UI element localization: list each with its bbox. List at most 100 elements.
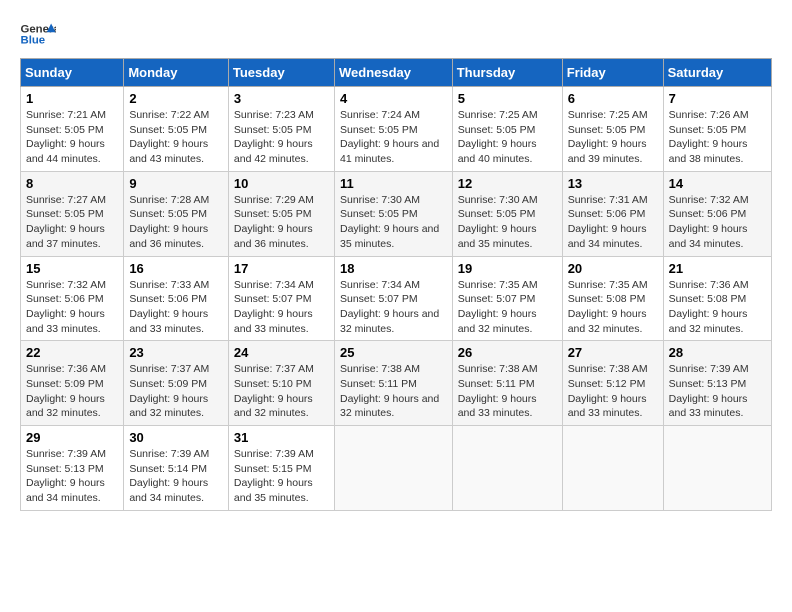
day-info: Sunrise: 7:30 AM Sunset: 5:05 PM Dayligh… <box>458 193 557 252</box>
calendar-day: 22 Sunrise: 7:36 AM Sunset: 5:09 PM Dayl… <box>21 341 124 426</box>
day-number: 5 <box>458 91 557 106</box>
sunrise-text: Sunrise: 7:31 AM <box>568 193 658 208</box>
daylight-text: Daylight: 9 hours and 32 minutes. <box>129 392 223 421</box>
sunset-text: Sunset: 5:11 PM <box>340 377 447 392</box>
sunset-text: Sunset: 5:14 PM <box>129 462 223 477</box>
calendar-day: 28 Sunrise: 7:39 AM Sunset: 5:13 PM Dayl… <box>663 341 771 426</box>
calendar-day: 12 Sunrise: 7:30 AM Sunset: 5:05 PM Dayl… <box>452 171 562 256</box>
day-info: Sunrise: 7:35 AM Sunset: 5:08 PM Dayligh… <box>568 278 658 337</box>
calendar-day: 9 Sunrise: 7:28 AM Sunset: 5:05 PM Dayli… <box>124 171 229 256</box>
sunrise-text: Sunrise: 7:29 AM <box>234 193 329 208</box>
daylight-text: Daylight: 9 hours and 32 minutes. <box>669 307 766 336</box>
sunset-text: Sunset: 5:05 PM <box>340 123 447 138</box>
calendar-day: 15 Sunrise: 7:32 AM Sunset: 5:06 PM Dayl… <box>21 256 124 341</box>
sunset-text: Sunset: 5:12 PM <box>568 377 658 392</box>
day-number: 7 <box>669 91 766 106</box>
calendar-week-4: 22 Sunrise: 7:36 AM Sunset: 5:09 PM Dayl… <box>21 341 772 426</box>
day-number: 2 <box>129 91 223 106</box>
calendar-week-3: 15 Sunrise: 7:32 AM Sunset: 5:06 PM Dayl… <box>21 256 772 341</box>
day-info: Sunrise: 7:38 AM Sunset: 5:11 PM Dayligh… <box>340 362 447 421</box>
daylight-text: Daylight: 9 hours and 35 minutes. <box>340 222 447 251</box>
day-info: Sunrise: 7:39 AM Sunset: 5:13 PM Dayligh… <box>26 447 118 506</box>
sunset-text: Sunset: 5:09 PM <box>26 377 118 392</box>
sunset-text: Sunset: 5:05 PM <box>568 123 658 138</box>
weekday-header-thursday: Thursday <box>452 59 562 87</box>
day-info: Sunrise: 7:26 AM Sunset: 5:05 PM Dayligh… <box>669 108 766 167</box>
day-number: 15 <box>26 261 118 276</box>
sunset-text: Sunset: 5:05 PM <box>669 123 766 138</box>
calendar-day: 13 Sunrise: 7:31 AM Sunset: 5:06 PM Dayl… <box>562 171 663 256</box>
calendar-day: 3 Sunrise: 7:23 AM Sunset: 5:05 PM Dayli… <box>228 87 334 172</box>
calendar-day: 8 Sunrise: 7:27 AM Sunset: 5:05 PM Dayli… <box>21 171 124 256</box>
sunrise-text: Sunrise: 7:24 AM <box>340 108 447 123</box>
sunrise-text: Sunrise: 7:35 AM <box>458 278 557 293</box>
calendar-day: 29 Sunrise: 7:39 AM Sunset: 5:13 PM Dayl… <box>21 426 124 511</box>
calendar-day: 11 Sunrise: 7:30 AM Sunset: 5:05 PM Dayl… <box>334 171 452 256</box>
daylight-text: Daylight: 9 hours and 33 minutes. <box>669 392 766 421</box>
daylight-text: Daylight: 9 hours and 36 minutes. <box>129 222 223 251</box>
day-number: 31 <box>234 430 329 445</box>
daylight-text: Daylight: 9 hours and 34 minutes. <box>669 222 766 251</box>
header: General Blue <box>20 20 772 48</box>
calendar-day: 21 Sunrise: 7:36 AM Sunset: 5:08 PM Dayl… <box>663 256 771 341</box>
calendar-day: 25 Sunrise: 7:38 AM Sunset: 5:11 PM Dayl… <box>334 341 452 426</box>
sunrise-text: Sunrise: 7:38 AM <box>568 362 658 377</box>
sunset-text: Sunset: 5:05 PM <box>26 207 118 222</box>
day-info: Sunrise: 7:39 AM Sunset: 5:15 PM Dayligh… <box>234 447 329 506</box>
day-info: Sunrise: 7:23 AM Sunset: 5:05 PM Dayligh… <box>234 108 329 167</box>
sunrise-text: Sunrise: 7:21 AM <box>26 108 118 123</box>
sunrise-text: Sunrise: 7:38 AM <box>458 362 557 377</box>
calendar-day: 20 Sunrise: 7:35 AM Sunset: 5:08 PM Dayl… <box>562 256 663 341</box>
day-number: 16 <box>129 261 223 276</box>
sunrise-text: Sunrise: 7:36 AM <box>669 278 766 293</box>
day-info: Sunrise: 7:25 AM Sunset: 5:05 PM Dayligh… <box>458 108 557 167</box>
sunset-text: Sunset: 5:15 PM <box>234 462 329 477</box>
sunset-text: Sunset: 5:08 PM <box>568 292 658 307</box>
day-info: Sunrise: 7:31 AM Sunset: 5:06 PM Dayligh… <box>568 193 658 252</box>
sunset-text: Sunset: 5:06 PM <box>669 207 766 222</box>
sunset-text: Sunset: 5:13 PM <box>669 377 766 392</box>
day-number: 29 <box>26 430 118 445</box>
sunrise-text: Sunrise: 7:26 AM <box>669 108 766 123</box>
daylight-text: Daylight: 9 hours and 35 minutes. <box>234 476 329 505</box>
day-info: Sunrise: 7:34 AM Sunset: 5:07 PM Dayligh… <box>234 278 329 337</box>
daylight-text: Daylight: 9 hours and 39 minutes. <box>568 137 658 166</box>
day-info: Sunrise: 7:22 AM Sunset: 5:05 PM Dayligh… <box>129 108 223 167</box>
day-info: Sunrise: 7:38 AM Sunset: 5:11 PM Dayligh… <box>458 362 557 421</box>
sunset-text: Sunset: 5:05 PM <box>458 123 557 138</box>
calendar-day: 18 Sunrise: 7:34 AM Sunset: 5:07 PM Dayl… <box>334 256 452 341</box>
day-info: Sunrise: 7:39 AM Sunset: 5:14 PM Dayligh… <box>129 447 223 506</box>
weekday-header-sunday: Sunday <box>21 59 124 87</box>
sunrise-text: Sunrise: 7:38 AM <box>340 362 447 377</box>
sunrise-text: Sunrise: 7:35 AM <box>568 278 658 293</box>
svg-text:Blue: Blue <box>21 35 46 47</box>
day-info: Sunrise: 7:35 AM Sunset: 5:07 PM Dayligh… <box>458 278 557 337</box>
sunrise-text: Sunrise: 7:39 AM <box>26 447 118 462</box>
daylight-text: Daylight: 9 hours and 32 minutes. <box>26 392 118 421</box>
sunset-text: Sunset: 5:07 PM <box>458 292 557 307</box>
sunset-text: Sunset: 5:06 PM <box>129 292 223 307</box>
day-number: 11 <box>340 176 447 191</box>
daylight-text: Daylight: 9 hours and 33 minutes. <box>458 392 557 421</box>
calendar-day: 1 Sunrise: 7:21 AM Sunset: 5:05 PM Dayli… <box>21 87 124 172</box>
daylight-text: Daylight: 9 hours and 44 minutes. <box>26 137 118 166</box>
day-info: Sunrise: 7:21 AM Sunset: 5:05 PM Dayligh… <box>26 108 118 167</box>
calendar-day: 23 Sunrise: 7:37 AM Sunset: 5:09 PM Dayl… <box>124 341 229 426</box>
daylight-text: Daylight: 9 hours and 32 minutes. <box>568 307 658 336</box>
sunset-text: Sunset: 5:08 PM <box>669 292 766 307</box>
day-number: 30 <box>129 430 223 445</box>
day-number: 9 <box>129 176 223 191</box>
day-info: Sunrise: 7:30 AM Sunset: 5:05 PM Dayligh… <box>340 193 447 252</box>
sunset-text: Sunset: 5:13 PM <box>26 462 118 477</box>
daylight-text: Daylight: 9 hours and 34 minutes. <box>26 476 118 505</box>
day-number: 18 <box>340 261 447 276</box>
sunrise-text: Sunrise: 7:33 AM <box>129 278 223 293</box>
sunrise-text: Sunrise: 7:28 AM <box>129 193 223 208</box>
weekday-header-tuesday: Tuesday <box>228 59 334 87</box>
calendar-table: SundayMondayTuesdayWednesdayThursdayFrid… <box>20 58 772 511</box>
calendar-day: 31 Sunrise: 7:39 AM Sunset: 5:15 PM Dayl… <box>228 426 334 511</box>
calendar-day <box>562 426 663 511</box>
calendar-week-2: 8 Sunrise: 7:27 AM Sunset: 5:05 PM Dayli… <box>21 171 772 256</box>
day-number: 8 <box>26 176 118 191</box>
daylight-text: Daylight: 9 hours and 32 minutes. <box>340 392 447 421</box>
